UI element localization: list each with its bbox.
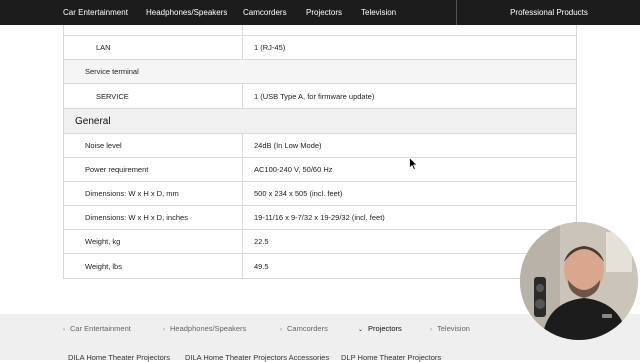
spec-row: Dimensions: W x H x D, inches 19-11/16 x… [63, 206, 577, 230]
spec-value: 500 x 234 x 505 (incl. feet) [254, 189, 343, 198]
webcam-overlay [520, 222, 638, 340]
spec-key: Noise level [85, 141, 122, 150]
spec-group-label: Service terminal [85, 67, 139, 76]
spec-key: Weight, kg [85, 237, 121, 246]
sub-nav-dlp-projectors[interactable]: DLP Home Theater Projectors [341, 353, 441, 362]
spec-value: 24dB (In Low Mode) [254, 141, 322, 150]
chevron-right-icon: › [430, 327, 432, 333]
spec-key: Dimensions: W x H x D, inches [85, 213, 188, 222]
spec-row: Dimensions: W x H x D, mm 500 x 234 x 50… [63, 182, 577, 206]
section-title-general: General [63, 109, 577, 134]
spec-value: AC100-240 V, 50/60 Hz [254, 165, 333, 174]
spec-value: 22.5 [254, 237, 269, 246]
spec-value: 1 (RJ-45) [254, 43, 286, 52]
spec-row: SERVICE 1 (USB Type A, for firmware upda… [63, 84, 577, 109]
spec-group-row: Service terminal [63, 60, 577, 84]
top-nav: Car Entertainment Headphones/Speakers Ca… [0, 0, 640, 25]
top-nav-headphones-speakers[interactable]: Headphones/Speakers [146, 0, 227, 25]
top-nav-television[interactable]: Television [361, 0, 396, 25]
bottom-nav-car-entertainment[interactable]: › Car Entertainment [63, 324, 131, 333]
spec-value: 49.5 [254, 261, 269, 271]
sub-nav-dila-projectors[interactable]: DILA Home Theater Projectors [68, 353, 170, 362]
top-nav-camcorders[interactable]: Camcorders [243, 0, 287, 25]
chevron-down-icon: ⌄ [358, 327, 364, 333]
spec-key: SERVICE [96, 91, 129, 101]
sub-nav-dila-accessories[interactable]: DILA Home Theater Projectors Accessories [185, 353, 329, 362]
spec-row: Noise level 24dB (In Low Mode) [63, 134, 577, 158]
professional-products-link[interactable]: Professional Products [456, 0, 640, 25]
bottom-nav-camcorders[interactable]: › Camcorders [280, 324, 328, 333]
bottom-nav-headphones-speakers[interactable]: › Headphones/Speakers [163, 324, 246, 333]
chevron-right-icon: › [163, 327, 165, 333]
spec-key: LAN [96, 43, 111, 52]
spec-row-clipped [63, 25, 577, 36]
spec-row: Power requirement AC100-240 V, 50/60 Hz [63, 158, 577, 182]
top-nav-car-entertainment[interactable]: Car Entertainment [63, 0, 128, 25]
bottom-nav-television[interactable]: › Television [430, 324, 470, 333]
spec-value: 1 (USB Type A, for firmware update) [254, 91, 375, 101]
spec-key: Power requirement [85, 165, 149, 174]
spec-row: Weight, lbs 49.5 [63, 254, 577, 279]
bottom-nav-projectors[interactable]: ⌄ Projectors [358, 324, 402, 333]
spec-key: Dimensions: W x H x D, mm [85, 189, 179, 198]
presenter-video-image [520, 222, 638, 340]
spec-value: 19-11/16 x 9-7/32 x 19-29/32 (incl. feet… [254, 213, 385, 222]
chevron-right-icon: › [63, 327, 65, 333]
top-nav-projectors[interactable]: Projectors [306, 0, 342, 25]
spec-row: LAN 1 (RJ-45) [63, 36, 577, 60]
spec-key: Weight, lbs [85, 261, 122, 271]
chevron-right-icon: › [280, 327, 282, 333]
mouse-cursor-icon [409, 157, 418, 171]
spec-row: Weight, kg 22.5 [63, 230, 577, 254]
